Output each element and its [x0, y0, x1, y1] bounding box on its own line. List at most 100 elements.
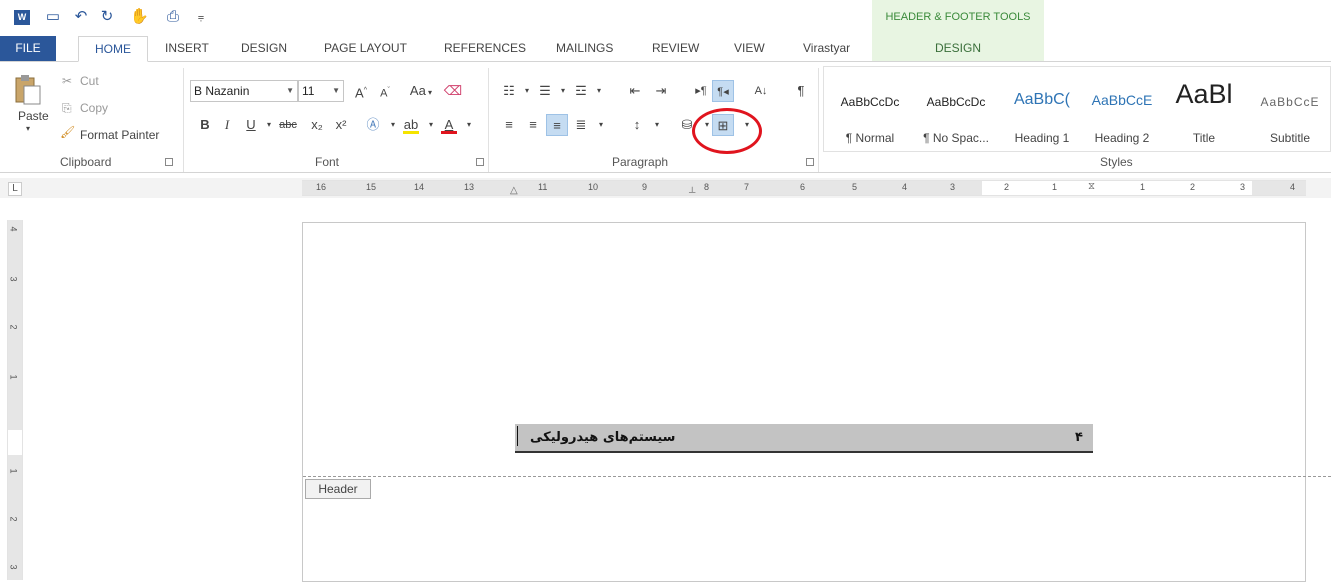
align-left-icon[interactable]: ≡	[498, 114, 520, 136]
style-sample: AaBbCcDc	[926, 95, 986, 109]
style-sample: AaBbC(	[1013, 91, 1071, 108]
chevron-down-icon[interactable]: ▾	[458, 114, 480, 136]
increase-indent-icon[interactable]: ⇥	[650, 80, 672, 102]
font-name-value: B Nazanin	[194, 84, 250, 98]
superscript-button[interactable]: x²	[330, 114, 352, 136]
font-color-icon[interactable]: A	[438, 114, 460, 136]
line-spacing-icon[interactable]: ↕	[626, 114, 648, 136]
font-color-bar	[441, 131, 457, 134]
clipboard-group-label: Clipboard	[60, 155, 112, 169]
ruler-number: 3	[950, 182, 956, 192]
tab-page-layout[interactable]: PAGE LAYOUT	[324, 36, 407, 62]
group-divider	[183, 68, 184, 172]
style-normal[interactable]: AaBbCcDc ¶ Normal	[824, 73, 916, 153]
tab-references[interactable]: REFERENCES	[444, 36, 526, 62]
ruler-number: 3	[8, 564, 19, 570]
style-name: Heading 1	[1014, 131, 1070, 145]
format-painter-button[interactable]: Format Painter	[80, 128, 159, 142]
paste-icon[interactable]	[12, 74, 42, 106]
paragraph-group-label: Paragraph	[612, 155, 669, 169]
text-effects-icon[interactable]: Ⓐ	[362, 114, 384, 136]
font-size-box[interactable]: 11 ▼	[298, 80, 344, 102]
copy-icon: ⎘	[62, 101, 72, 115]
style-no-spacing[interactable]: AaBbCcDc ¶ No Spac...	[910, 73, 1002, 153]
shrink-font-icon[interactable]: Aˇ	[374, 80, 396, 102]
font-name-box[interactable]: B Nazanin ▼	[190, 80, 298, 102]
justify-icon[interactable]: ≣	[570, 114, 592, 136]
vertical-ruler[interactable]: 4 3 2 1 1 2 3	[7, 220, 23, 580]
tab-stop-icon[interactable]: ┴	[689, 187, 695, 197]
word-icon[interactable]: W	[14, 10, 30, 25]
italic-button[interactable]: I	[216, 114, 238, 136]
ruler-number: 3	[1240, 182, 1246, 192]
grow-font-icon[interactable]: A^	[350, 80, 372, 102]
redo-icon[interactable]: ↻	[98, 8, 116, 26]
paste-button[interactable]: Paste	[18, 109, 49, 123]
ltr-direction-icon[interactable]: ▸¶	[690, 80, 712, 102]
print-preview-icon[interactable]: ⎙	[164, 8, 182, 26]
strikethrough-button[interactable]: abc	[274, 114, 302, 136]
highlight-icon[interactable]: ab	[400, 114, 422, 136]
ribbon-tabs: FILE HOME INSERT DESIGN PAGE LAYOUT REFE…	[0, 36, 1331, 62]
tab-selector[interactable]: L	[8, 182, 22, 196]
bold-button[interactable]: B	[194, 114, 216, 136]
format-painter-icon: 🖌	[60, 125, 76, 139]
tab-file[interactable]: FILE	[0, 36, 56, 62]
style-sample: AaBl	[1175, 79, 1233, 109]
indent-marker-icon[interactable]: △	[510, 185, 518, 196]
page-number[interactable]: ۴	[1075, 430, 1083, 445]
header-boundary	[303, 476, 1331, 477]
tab-review[interactable]: REVIEW	[652, 36, 699, 62]
sort-icon[interactable]: A↓	[750, 80, 772, 102]
chevron-down-icon[interactable]: ▾	[588, 80, 610, 102]
chevron-down-icon[interactable]: ▾	[646, 114, 668, 136]
font-launcher-icon[interactable]	[476, 158, 484, 166]
tab-insert[interactable]: INSERT	[165, 36, 209, 62]
ruler-number: 7	[744, 182, 750, 192]
style-sample: AaBbCcDc	[840, 95, 900, 109]
tab-mailings[interactable]: MAILINGS	[556, 36, 613, 62]
style-heading-1[interactable]: AaBbC( Heading 1	[996, 73, 1088, 153]
touch-mode-icon[interactable]: ✋	[130, 8, 149, 26]
cut-button[interactable]: Cut	[80, 74, 99, 88]
save-icon[interactable]: ▭	[44, 8, 62, 26]
header-title[interactable]: سیستم‌های هیدرولیکی	[530, 430, 675, 445]
style-heading-2[interactable]: AaBbCcE Heading 2	[1076, 73, 1168, 153]
style-sample: AaBbCcE	[1260, 95, 1320, 109]
chevron-down-icon[interactable]: ▾	[590, 114, 612, 136]
style-name: Subtitle	[1269, 131, 1311, 145]
tab-header-footer-design[interactable]: DESIGN	[872, 36, 1044, 62]
customize-icon[interactable]: ⩦	[192, 8, 210, 26]
decrease-indent-icon[interactable]: ⇤	[624, 80, 646, 102]
title-bar: W ▭ ↶ ↻ ✋ ⎙ ⩦	[0, 0, 1331, 34]
group-divider	[818, 68, 819, 172]
clipboard-launcher-icon[interactable]	[165, 158, 173, 166]
right-indent-marker-icon[interactable]: ⧖	[1088, 181, 1095, 192]
rtl-direction-icon[interactable]: ¶◂	[712, 80, 734, 102]
style-title[interactable]: AaBl Title	[1158, 73, 1250, 153]
show-formatting-icon[interactable]: ¶	[790, 80, 812, 102]
tab-home[interactable]: HOME	[78, 36, 148, 62]
ruler-number: 15	[366, 182, 377, 192]
copy-button[interactable]: Copy	[80, 101, 108, 115]
undo-icon[interactable]: ↶	[72, 8, 90, 26]
chevron-down-icon[interactable]: ▼	[286, 81, 294, 101]
subscript-button[interactable]: x₂	[306, 114, 328, 136]
paste-dropdown-icon[interactable]: ▾	[26, 124, 30, 133]
ruler-number: 1	[8, 468, 19, 474]
tab-view[interactable]: VIEW	[734, 36, 765, 62]
style-name: ¶ No Spac...	[923, 131, 989, 145]
tab-virastyar[interactable]: Virastyar	[803, 36, 850, 62]
document-page[interactable]	[302, 222, 1306, 582]
clear-formatting-icon[interactable]: ⌫	[442, 80, 464, 102]
style-subtitle[interactable]: AaBbCcE Subtitle	[1244, 73, 1331, 153]
tab-design[interactable]: DESIGN	[241, 36, 287, 62]
align-right-icon[interactable]: ≡	[546, 114, 568, 136]
chevron-down-icon[interactable]: ▼	[332, 81, 340, 101]
horizontal-ruler[interactable]: 16 15 14 13 11 10 9 8 7 6 5 4 3 2 1 1 2 …	[302, 180, 1306, 197]
paragraph-launcher-icon[interactable]	[806, 158, 814, 166]
ruler-number: 13	[464, 182, 475, 192]
header-tag[interactable]: Header	[305, 479, 371, 499]
align-center-icon[interactable]: ≡	[522, 114, 544, 136]
change-case-button[interactable]: Aa ▾	[404, 80, 438, 102]
